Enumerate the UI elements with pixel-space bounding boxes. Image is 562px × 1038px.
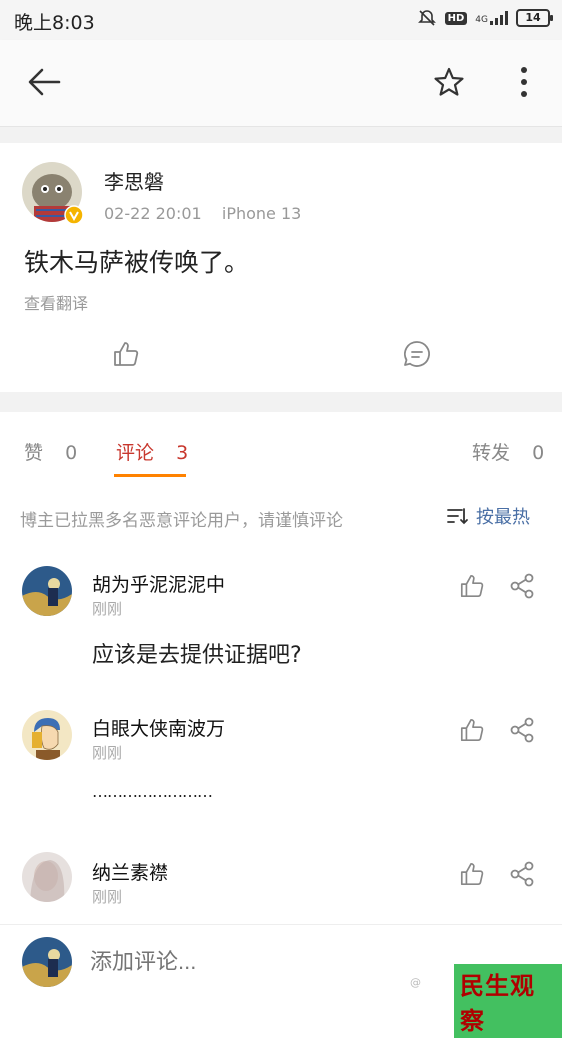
star-icon [434,67,464,96]
tab-comments[interactable]: 评论 3 [116,438,188,465]
more-button[interactable] [502,60,546,104]
signal-icon: 4G [475,11,508,25]
comment-share-button[interactable] [500,564,544,608]
tab-comments-count: 3 [176,442,189,464]
tab-likes-count: 0 [65,442,78,464]
comment-input[interactable] [88,948,392,976]
thumb-up-icon [460,862,484,886]
comment-bubble-icon [404,341,430,367]
post-like-button[interactable] [104,332,148,376]
thumb-up-icon [460,718,484,742]
comment-avatar[interactable] [22,710,72,760]
comment-author[interactable]: 胡为乎泥泥泥中 [92,570,225,597]
comment-text: …………………… [92,782,213,801]
tab-reposts-label: 转发 [472,442,511,464]
hd-icon: HD [444,11,468,25]
author-name[interactable]: 李思磐 [104,166,164,195]
post-meta: 02-22 20:01 iPhone 13 [104,204,301,223]
divider [0,392,562,412]
comment-text: 应该是去提供证据吧? [92,643,302,668]
comment-author[interactable]: 白眼大侠南波万 [92,714,225,741]
translate-link[interactable]: 查看翻译 [24,290,88,314]
more-vert-icon [521,67,527,97]
battery-icon: 14 [516,9,553,27]
post-device: iPhone 13 [221,204,302,223]
tab-reposts[interactable]: 转发 0 [472,438,544,465]
comment-time: 刚刚 [92,600,123,618]
thumb-up-icon [114,342,139,366]
network-type: 4G [475,15,488,25]
tab-likes-label: 赞 [24,442,44,464]
divider [0,127,562,143]
share-icon [510,717,534,743]
share-icon [510,861,534,887]
sort-icon [447,508,468,525]
tab-active-indicator [114,474,186,477]
post-text: 铁木马萨被传唤了。 [24,248,250,277]
thumb-up-icon [460,574,484,598]
back-arrow-icon [28,68,61,96]
comment-avatar[interactable] [22,566,72,616]
favorite-button[interactable] [427,60,471,104]
sort-button[interactable]: 按最热 [446,503,530,529]
comment-time: 刚刚 [92,888,123,906]
post-comment-button[interactable] [395,332,439,376]
comment-share-button[interactable] [500,852,544,896]
post-time: 02-22 20:01 [104,204,202,223]
tab-likes[interactable]: 赞 0 [24,438,77,465]
verified-badge-icon [64,205,84,225]
comment-avatar[interactable] [22,852,72,902]
comment-time: 刚刚 [92,744,123,762]
top-app-bar [0,40,562,127]
tab-reposts-count: 0 [532,442,545,464]
battery-level: 14 [525,11,541,24]
status-icons: HD 4G 14 [417,8,553,28]
comment-like-button[interactable] [450,564,494,608]
back-button[interactable] [22,60,66,104]
status-time: 晚上8:03 [14,12,95,34]
watermark-logo: 民生观察 [454,964,562,1038]
mute-icon [417,10,436,26]
blocked-users-notice: 博主已拉黑多名恶意评论用户，请谨慎评论 [20,511,343,531]
share-icon [510,573,534,599]
comment-like-button[interactable] [450,708,494,752]
tab-comments-label: 评论 [116,442,155,464]
comment-share-button[interactable] [500,708,544,752]
comment-author[interactable]: 纳兰素襟 [92,858,168,885]
sort-label: 按最热 [476,507,530,528]
my-avatar[interactable] [22,937,72,987]
comment-like-button[interactable] [450,852,494,896]
watermark-handle: @ [410,976,421,989]
